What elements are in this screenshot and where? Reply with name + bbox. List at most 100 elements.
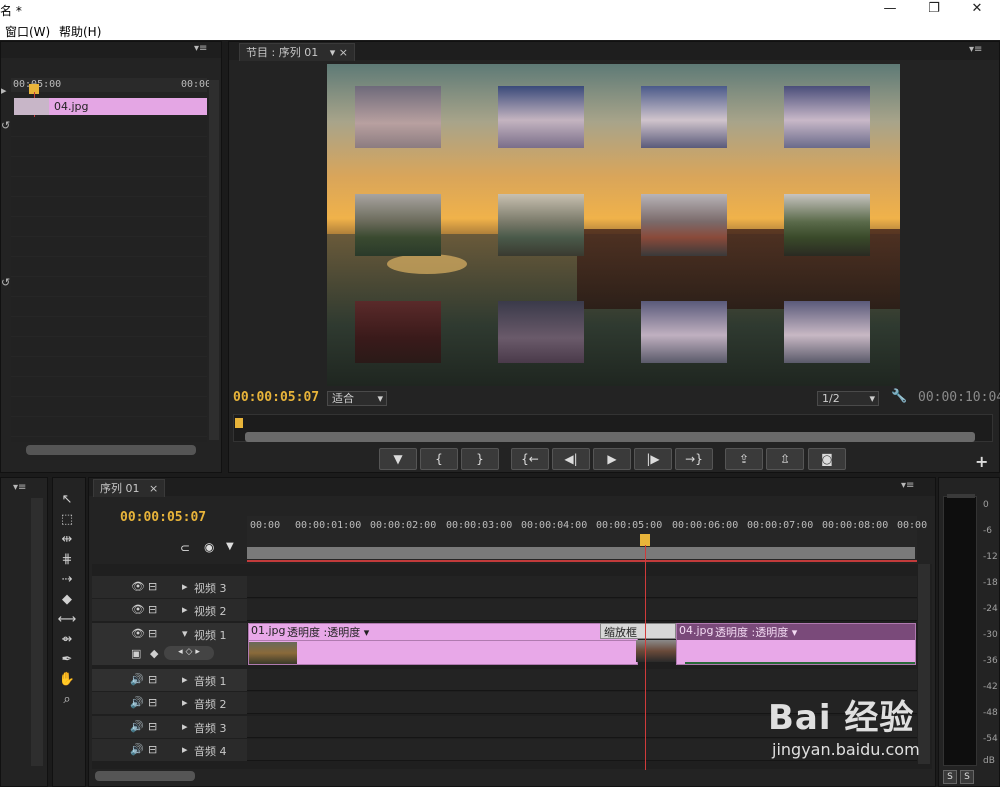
play-button[interactable]: ▶ — [593, 448, 631, 470]
source-ruler-end: 00:00 — [181, 79, 212, 90]
program-scrollbar[interactable] — [245, 432, 975, 442]
chevron-right-icon[interactable]: ▸ — [182, 696, 188, 709]
clip-01-effect-dropdown[interactable]: 透明度 :透明度 ▾ — [287, 624, 369, 640]
lock-icon[interactable]: ⊟ — [148, 627, 157, 640]
ruler-label: 00:00:07:00 — [747, 520, 814, 531]
panel-menu-icon[interactable]: ▾≡ — [901, 480, 914, 491]
program-video-frame — [327, 64, 900, 386]
marker-icon[interactable]: ▼ — [226, 541, 234, 552]
fit-dropdown[interactable]: 适合 ▾ — [327, 391, 387, 406]
ripple-edit-tool-icon[interactable]: ⇹ — [57, 532, 77, 550]
program-playhead[interactable] — [235, 418, 243, 428]
reset-icon-2[interactable]: ↺ — [1, 276, 10, 289]
program-current-time[interactable]: 00:00:05:07 — [233, 390, 319, 405]
title-bar: 名 * — ❐ ✕ — [0, 0, 1000, 20]
arrow-icon: ▸ — [1, 84, 7, 97]
clip-01-label: 01.jpg — [251, 624, 286, 637]
program-tab-label: 节目 : 序列 01 — [246, 46, 319, 59]
panel-menu-icon[interactable]: ▾≡ — [13, 482, 26, 493]
effect-controls-panel: ▾≡ 00:05:00 00:00 04.jpg ▸ ↺ ↺ — [0, 41, 222, 473]
speaker-icon[interactable]: 🔊 — [130, 696, 144, 709]
slip-tool-icon[interactable]: ⟷ — [57, 612, 77, 630]
menu-window[interactable]: 窗口(W) — [5, 23, 50, 40]
extract-button[interactable]: ⇫ — [766, 448, 804, 470]
source-scrollbar[interactable] — [26, 445, 196, 455]
lock-icon[interactable]: ⊟ — [148, 720, 157, 733]
minimize-button[interactable]: — — [870, 0, 910, 20]
tab-program[interactable]: 节目 : 序列 01 ▾ × — [239, 43, 355, 61]
meter-label-db: dB — [983, 756, 995, 766]
display-style-icon[interactable]: ▣ — [131, 647, 141, 660]
lock-icon[interactable]: ⊟ — [148, 696, 157, 709]
keyframe-toggle-icon[interactable]: ◆ — [150, 647, 158, 660]
razor-tool-icon[interactable]: ◆ — [57, 592, 77, 610]
go-to-in-button[interactable]: {← — [511, 448, 549, 470]
step-back-button[interactable]: ◀| — [552, 448, 590, 470]
lock-icon[interactable]: ⊟ — [148, 743, 157, 756]
timeline-hscroll[interactable] — [95, 771, 195, 781]
chevron-right-icon[interactable]: ▸ — [182, 603, 188, 616]
resolution-dropdown[interactable]: 1/2 ▾ — [817, 391, 879, 406]
track-select-tool-icon[interactable]: ⬚ — [57, 512, 77, 530]
source-vscroll[interactable] — [209, 80, 219, 440]
track-header-a2: 🔊 ⊟ ▸ 音频 2 — [92, 692, 247, 714]
chevron-right-icon[interactable]: ▸ — [182, 720, 188, 733]
eye-icon[interactable]: 👁 — [131, 603, 145, 616]
menu-help[interactable]: 帮助(H) — [59, 23, 101, 40]
snap-icon[interactable]: ⊂ — [180, 541, 190, 555]
hand-tool-icon[interactable]: ✋ — [57, 672, 77, 690]
step-forward-button[interactable]: |▶ — [634, 448, 672, 470]
go-to-out-button[interactable]: →} — [675, 448, 713, 470]
tools-panel: ↖ ⬚ ⇹ ⋕ ⇢ ◆ ⟷ ⇴ ✒ ✋ ⌕ — [52, 477, 86, 787]
track-lane-v2[interactable] — [247, 599, 917, 621]
lift-button[interactable]: ⇪ — [725, 448, 763, 470]
reset-icon[interactable]: ↺ — [1, 119, 10, 132]
wrench-icon[interactable]: 🔧 — [891, 389, 907, 404]
project-vscroll[interactable] — [31, 498, 43, 766]
work-area-bar[interactable] — [247, 547, 915, 559]
track-header-a1: 🔊 ⊟ ▸ 音频 1 — [92, 669, 247, 691]
solo-left-button[interactable]: S — [943, 770, 957, 784]
solo-right-button[interactable]: S — [960, 770, 974, 784]
rolling-edit-tool-icon[interactable]: ⋕ — [57, 552, 77, 570]
track-lane-v3[interactable] — [247, 576, 917, 598]
source-clip-label: 04.jpg — [54, 100, 89, 113]
lock-icon[interactable]: ⊟ — [148, 580, 157, 593]
source-clip[interactable]: 04.jpg — [14, 98, 207, 115]
clip-01[interactable]: 01.jpg 透明度 :透明度 ▾ — [248, 623, 638, 665]
chevron-right-icon[interactable]: ▸ — [182, 673, 188, 686]
clip-04-effect-dropdown[interactable]: 透明度 :透明度 ▾ — [715, 624, 797, 640]
chevron-right-icon[interactable]: ▸ — [182, 580, 188, 593]
speaker-icon[interactable]: 🔊 — [130, 673, 144, 686]
eye-icon[interactable]: 👁 — [131, 580, 145, 593]
add-button-icon[interactable]: + — [975, 452, 988, 471]
eye-icon[interactable]: 👁 — [131, 627, 145, 640]
add-marker-button[interactable]: ▼ — [379, 448, 417, 470]
panel-menu-icon[interactable]: ▾≡ — [194, 43, 207, 54]
tab-sequence[interactable]: 序列 01 × — [93, 479, 166, 497]
mark-out-button[interactable]: } — [461, 448, 499, 470]
zoom-tool-icon[interactable]: ⌕ — [57, 692, 77, 710]
lock-icon[interactable]: ⊟ — [148, 603, 157, 616]
restore-button[interactable]: ❐ — [914, 0, 954, 20]
close-button[interactable]: ✕ — [957, 0, 997, 20]
keyframe-icon[interactable]: ◉ — [204, 540, 214, 554]
slide-tool-icon[interactable]: ⇴ — [57, 632, 77, 650]
chevron-down-icon[interactable]: ▾ — [182, 627, 188, 640]
clip-04[interactable]: 04.jpg 透明度 :透明度 ▾ — [676, 623, 916, 665]
transition-zoom-boxes[interactable]: 缩放框 — [600, 623, 676, 639]
timeline-current-time[interactable]: 00:00:05:07 — [120, 510, 206, 525]
lock-icon[interactable]: ⊟ — [148, 673, 157, 686]
transition-label: 缩放框 — [604, 626, 637, 639]
export-frame-button[interactable]: ◙ — [808, 448, 846, 470]
pen-tool-icon[interactable]: ✒ — [57, 652, 77, 670]
speaker-icon[interactable]: 🔊 — [130, 720, 144, 733]
chevron-right-icon[interactable]: ▸ — [182, 743, 188, 756]
rate-stretch-tool-icon[interactable]: ⇢ — [57, 572, 77, 590]
selection-tool-icon[interactable]: ↖ — [57, 492, 77, 510]
panel-menu-icon[interactable]: ▾≡ — [969, 44, 982, 55]
mark-in-button[interactable]: { — [420, 448, 458, 470]
keyframe-navigator[interactable]: ◂ ◇ ▸ — [164, 646, 214, 660]
speaker-icon[interactable]: 🔊 — [130, 743, 144, 756]
track-header-v1: 👁 ⊟ ▾ 视频 1 ▣ ◆ ◂ ◇ ▸ — [92, 623, 247, 665]
